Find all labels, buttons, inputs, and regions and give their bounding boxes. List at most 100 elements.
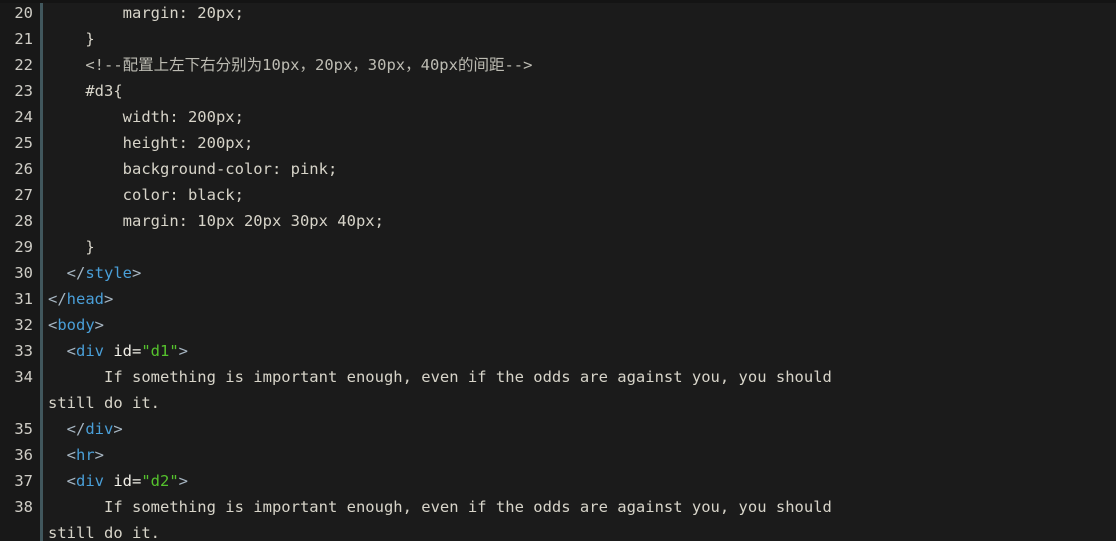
code-line-text: margin: 10px 20px 30px 40px; — [48, 208, 384, 234]
code-token-punct: < — [48, 316, 58, 334]
code-token-plain: } — [48, 30, 95, 48]
line-number: 21 — [14, 30, 33, 48]
code-token-plain: If something is important enough, even i… — [48, 498, 832, 516]
code-line-text: } — [48, 234, 95, 260]
code-token-punct: < — [48, 472, 76, 490]
code-token-tag: div — [85, 420, 114, 438]
code-token-plain: margin: 20px; — [48, 4, 244, 22]
code-line-text: <div id="d1"> — [48, 338, 188, 364]
code-line-text: still do it. — [48, 390, 160, 416]
line-number: 35 — [14, 420, 33, 438]
code-token-comment: <!--配置上左下右分别为10px，20px，30px，40px的间距--> — [48, 56, 533, 74]
code-token-punct: </ — [48, 420, 86, 438]
line-number: 29 — [14, 238, 33, 256]
code-token-plain: } — [48, 238, 95, 256]
code-token-punct: > — [132, 264, 142, 282]
line-number: 30 — [14, 264, 33, 282]
code-line[interactable]: 34 If something is important enough, eve… — [0, 364, 1116, 390]
code-line-text: margin: 20px; — [48, 0, 244, 26]
code-token-punct: > — [178, 342, 189, 360]
code-token-tag: div — [76, 342, 104, 360]
code-token-plain: width: 200px; — [48, 108, 244, 126]
code-line-text: If something is important enough, even i… — [48, 494, 832, 520]
code-line-text: <div id="d2"> — [48, 468, 188, 494]
code-token-attr: id= — [113, 472, 142, 490]
code-line[interactable]: 25 height: 200px; — [0, 130, 1116, 156]
code-token-punct: < — [48, 342, 76, 360]
line-number: 32 — [14, 316, 33, 334]
code-line[interactable]: 38 If something is important enough, eve… — [0, 494, 1116, 520]
code-line-text: } — [48, 26, 95, 52]
code-line[interactable]: 29 } — [0, 234, 1116, 260]
code-line[interactable]: 30 </style> — [0, 260, 1116, 286]
code-token-tag: style — [85, 264, 132, 282]
code-token-plain: margin: 10px 20px 30px 40px; — [48, 212, 384, 230]
code-line-text: still do it. — [48, 520, 160, 541]
code-line-text: height: 200px; — [48, 130, 254, 156]
line-number: 26 — [14, 160, 33, 178]
code-line-text: </head> — [48, 286, 113, 312]
line-number: 25 — [14, 134, 33, 152]
code-token-punct: > — [178, 472, 189, 490]
code-line-text: </div> — [48, 416, 123, 442]
code-token-punct: > — [94, 316, 105, 334]
code-line[interactable]: 27 color: black; — [0, 182, 1116, 208]
code-line[interactable]: 28 margin: 10px 20px 30px 40px; — [0, 208, 1116, 234]
code-token-punct: > — [104, 290, 114, 308]
line-number: 23 — [14, 82, 33, 100]
code-token-tag: div — [76, 472, 104, 490]
code-line-text: width: 200px; — [48, 104, 244, 130]
line-number: 33 — [14, 342, 33, 360]
code-line[interactable]: 31 </head> — [0, 286, 1116, 312]
code-line[interactable]: 32 <body> — [0, 312, 1116, 338]
code-line[interactable]: 26 background-color: pink; — [0, 156, 1116, 182]
code-line[interactable]: 35 </div> — [0, 416, 1116, 442]
code-line[interactable]: 20 margin: 20px; — [0, 0, 1116, 26]
line-number: 38 — [14, 498, 33, 516]
code-token-plain: background-color: pink; — [48, 160, 338, 178]
code-line-text: If something is important enough, even i… — [48, 364, 832, 390]
code-line[interactable]: 33 <div id="d1"> — [0, 338, 1116, 364]
code-token-tag: hr — [76, 446, 95, 464]
code-line[interactable]: 37 <div id="d2"> — [0, 468, 1116, 494]
code-line-text: #d3{ — [48, 78, 123, 104]
code-line-text: <body> — [48, 312, 104, 338]
code-token-string: "d1" — [141, 342, 179, 360]
code-token-punct: </ — [48, 290, 67, 308]
code-token-plain: color: black; — [48, 186, 244, 204]
code-line[interactable]: 22 <!--配置上左下右分别为10px，20px，30px，40px的间距--… — [0, 52, 1116, 78]
code-token-string: "d2" — [141, 472, 179, 490]
code-line-text: <!--配置上左下右分别为10px，20px，30px，40px的间距--> — [48, 52, 532, 78]
code-token-tag: head — [66, 290, 104, 308]
code-token-punct: </ — [48, 264, 86, 282]
code-token-plain: still do it. — [48, 394, 160, 412]
code-line-text: <hr> — [48, 442, 104, 468]
code-token-plain: still do it. — [48, 524, 160, 541]
code-line[interactable]: 21 } — [0, 26, 1116, 52]
code-token-tag: body — [57, 316, 95, 334]
code-token-plain: If something is important enough, even i… — [48, 368, 832, 386]
line-number: 27 — [14, 186, 33, 204]
code-line-text: </style> — [48, 260, 142, 286]
line-number: 37 — [14, 472, 33, 490]
code-line-text: background-color: pink; — [48, 156, 338, 182]
code-line[interactable]: 24 width: 200px; — [0, 104, 1116, 130]
code-token-punct: > — [94, 446, 105, 464]
code-line[interactable]: 23 #d3{ — [0, 78, 1116, 104]
code-line-wrapped-continuation[interactable]: still do it. — [0, 390, 1116, 416]
code-token-punct: > — [113, 420, 123, 438]
code-line[interactable]: 36 <hr> — [0, 442, 1116, 468]
code-token-punct: < — [48, 446, 76, 464]
code-token-plain: #d3{ — [48, 82, 123, 100]
line-number: 36 — [14, 446, 33, 464]
code-editor[interactable]: 20 margin: 20px; 21 } 22 <!--配置上左下右分别为10px… — [0, 0, 1116, 541]
line-number: 34 — [14, 368, 33, 386]
code-token-plain: height: 200px; — [48, 134, 254, 152]
code-content-area[interactable]: 20 margin: 20px; 21 } 22 <!--配置上左下右分别为10px… — [0, 0, 1116, 541]
line-number: 28 — [14, 212, 33, 230]
line-number: 20 — [14, 4, 33, 22]
code-line-wrapped-continuation[interactable]: still do it. — [0, 520, 1116, 541]
line-number: 24 — [14, 108, 33, 126]
